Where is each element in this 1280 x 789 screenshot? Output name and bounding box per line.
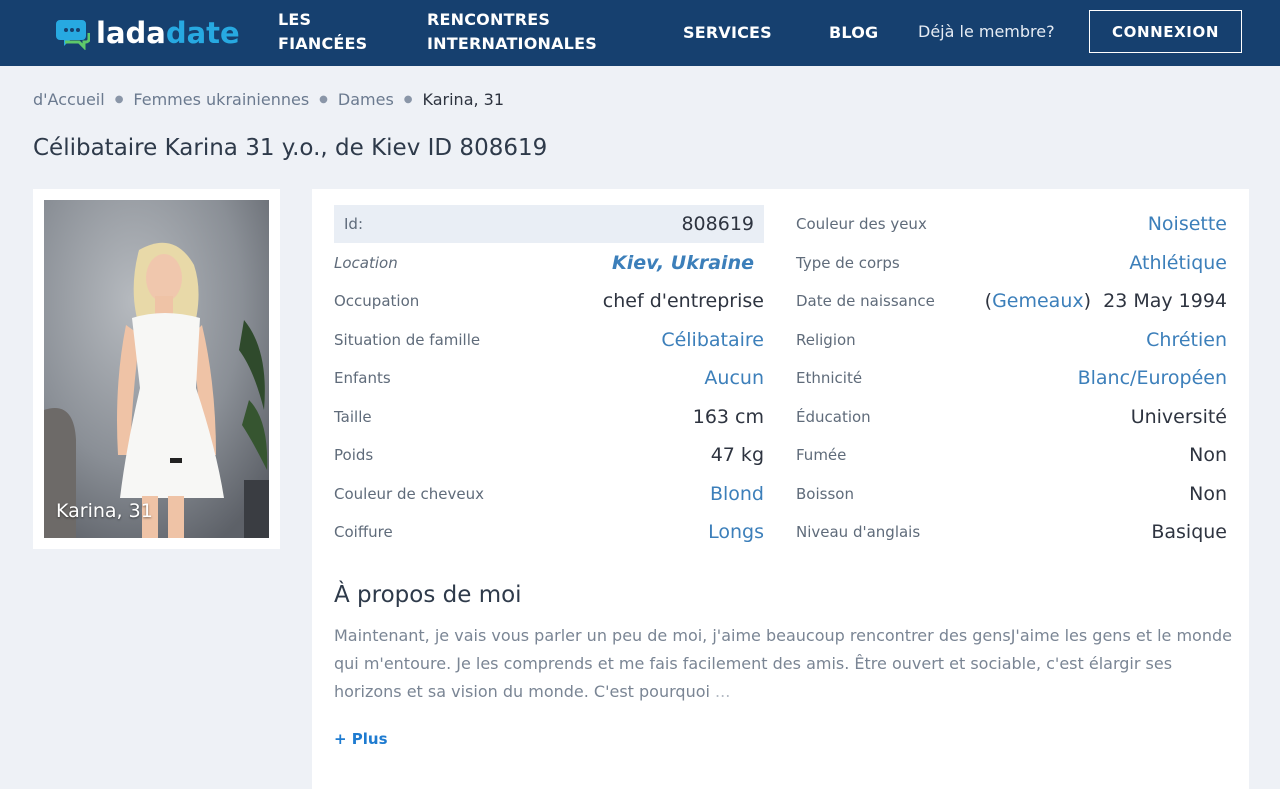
profile-row-smoking: Fumée Non [796,436,1227,474]
logo-text-part2: date [165,16,240,50]
profile-value: 163 cm [692,406,764,428]
profile-value: 47 kg [710,444,764,466]
profile-row-ethnicity: Ethnicité Blanc/Européen [796,359,1227,397]
profile-label: Boisson [796,485,854,503]
profile-value: 808619 [681,213,754,235]
profile-row-birthdate: Date de naissance (Gemeaux) 23 May 1994 [796,282,1227,320]
nav-rencontres-line2: INTERNATIONALES [427,34,597,53]
logo-text-part1: lada [96,16,166,50]
breadcrumb-women[interactable]: Femmes ukrainiennes [133,90,309,109]
profile-label: Fumée [796,446,847,464]
profile-label: Éducation [796,408,871,426]
breadcrumb-current: Karina, 31 [422,90,505,109]
profile-row-children: Enfants Aucun [334,359,764,397]
profile-row-body-type: Type de corps Athlétique [796,244,1227,282]
profile-info-card: Id: 808619 Location Kiev, Ukraine Occupa… [312,189,1249,789]
about-title: À propos de moi [334,582,522,608]
about-ellipsis: ... [715,682,731,701]
breadcrumb: d'Accueil ● Femmes ukrainiennes ● Dames … [33,90,504,109]
profile-label: Coiffure [334,523,393,541]
profile-row-hair-color: Couleur de cheveux Blond [334,475,764,513]
about-text-body: Maintenant, je vais vous parler un peu d… [334,626,1232,701]
profile-row-drinking: Boisson Non [796,475,1227,513]
breadcrumb-separator: ● [403,94,413,105]
nav-services[interactable]: SERVICES [683,21,772,45]
birthdate-value: (Gemeaux) 23 May 1994 [984,290,1227,312]
profile-value: Université [1130,406,1227,428]
more-button[interactable]: + Plus [334,730,388,748]
profile-label: Date de naissance [796,292,935,310]
profile-value-link[interactable]: Blanc/Européen [1078,367,1227,389]
profile-label: Niveau d'anglais [796,523,921,541]
profile-value-link[interactable]: Athlétique [1129,252,1227,274]
photo-caption: Karina, 31 [56,500,153,522]
location-link[interactable]: Kiev, Ukraine [612,252,754,274]
profile-label: Couleur des yeux [796,215,927,233]
profile-photo-card: Karina, 31 [33,189,280,549]
profile-row-marital: Situation de famille Célibataire [334,321,764,359]
nav-blog[interactable]: BLOG [829,21,878,45]
profile-label: Religion [796,331,856,349]
nav-fiancees-line2: FIANCÉES [278,34,368,53]
profile-row-education: Éducation Université [796,398,1227,436]
logo[interactable]: ladadate [56,14,240,52]
profile-value-link[interactable]: Aucun [704,367,764,389]
chat-bubble-icon [56,20,90,50]
profile-row-id: Id: 808619 [334,205,764,243]
page-title: Célibataire Karina 31 y.o., de Kiev ID 8… [33,135,548,161]
nav-fiancees[interactable]: LES FIANCÉES [278,8,388,56]
profile-row-location: Location Kiev, Ukraine [334,244,764,282]
profile-label: Couleur de cheveux [334,485,484,503]
about-text: Maintenant, je vais vous parler un peu d… [334,622,1234,706]
breadcrumb-separator: ● [114,94,124,105]
profile-value-link[interactable]: Célibataire [661,329,764,351]
breadcrumb-separator: ● [319,94,328,105]
profile-label: Situation de famille [334,331,481,349]
profile-row-height: Taille 163 cm [334,398,764,436]
profile-label: Type de corps [796,254,900,272]
profile-label: Id: [344,215,363,233]
nav-rencontres-line1: RENCONTRES [427,10,551,29]
nav-rencontres-internationales[interactable]: RENCONTRES INTERNATIONALES [427,8,627,56]
profile-label: Enfants [334,369,391,387]
profile-label: Occupation [334,292,420,310]
profile-label: Taille [334,408,372,426]
profile-label: Ethnicité [796,369,863,387]
profile-photo[interactable]: Karina, 31 [44,200,269,538]
profile-row-eye-color: Couleur des yeux Noisette [796,205,1227,243]
profile-photo-illustration [44,200,269,538]
profile-label: Location [334,254,398,272]
profile-value: Basique [1151,521,1227,543]
profile-row-weight: Poids 47 kg [334,436,764,474]
profile-value-link[interactable]: Blond [710,483,764,505]
logo-text: ladadate [96,16,240,50]
profile-row-religion: Religion Chrétien [796,321,1227,359]
profile-value: Non [1189,483,1227,505]
profile-row-occupation: Occupation chef d'entreprise [334,282,764,320]
profile-value-link[interactable]: Noisette [1148,213,1227,235]
profile-value-link[interactable]: Longs [708,521,764,543]
nav-fiancees-line1: LES [278,10,312,29]
profile-label: Poids [334,446,374,464]
profile-value: chef d'entreprise [602,290,764,312]
breadcrumb-home[interactable]: d'Accueil [33,90,105,109]
profile-row-english-level: Niveau d'anglais Basique [796,513,1227,551]
breadcrumb-ladies[interactable]: Dames [338,90,394,109]
profile-row-hairstyle: Coiffure Longs [334,513,764,551]
profile-value: Non [1189,444,1227,466]
site-header: ladadate LES FIANCÉES RENCONTRES INTERNA… [0,0,1280,66]
birthdate-text: 23 May 1994 [1103,290,1227,312]
login-button[interactable]: CONNEXION [1089,10,1242,53]
profile-value-link[interactable]: Chrétien [1146,329,1227,351]
zodiac-link[interactable]: Gemeaux [992,290,1084,312]
member-prompt: Déjà le membre? [918,22,1055,41]
